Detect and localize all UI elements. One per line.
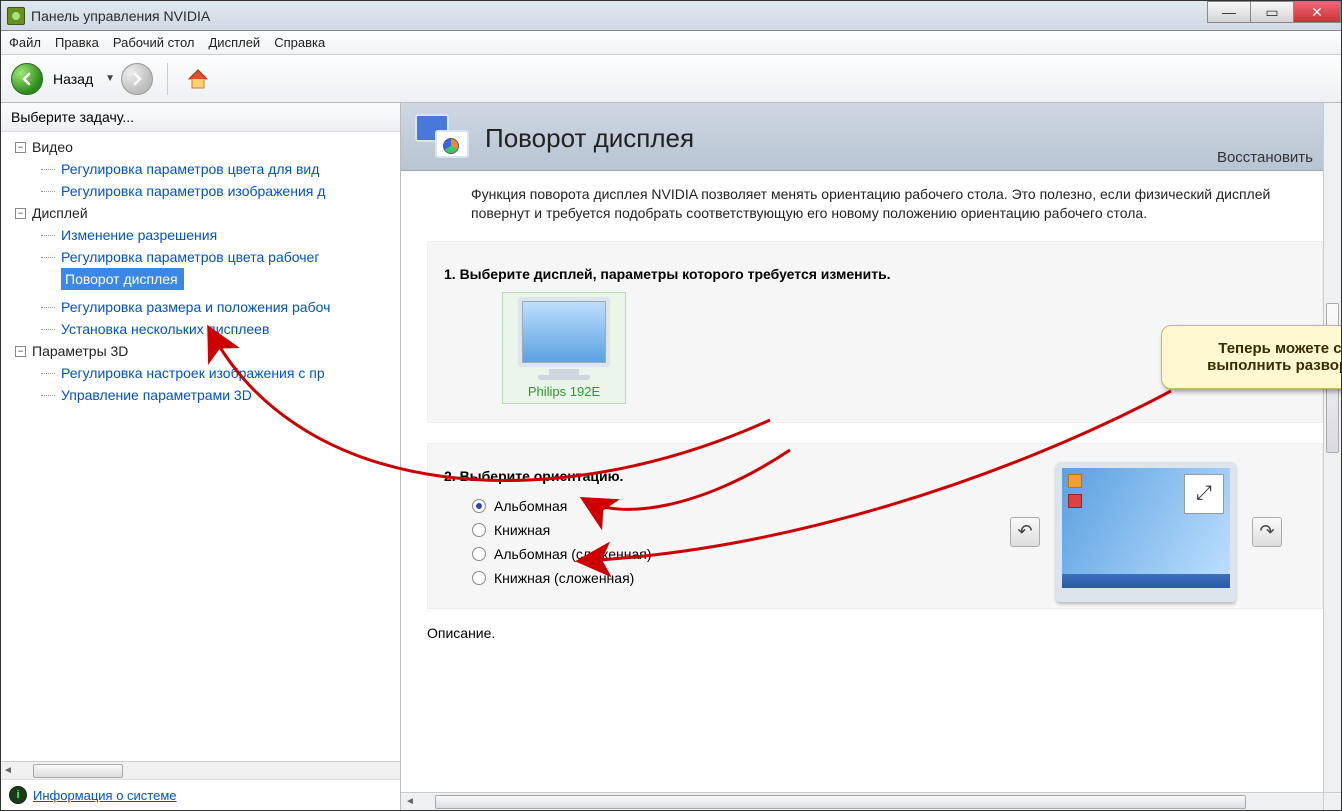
radio-label: Альбомная (сложенная)	[494, 546, 651, 562]
toolbar: Назад ▼	[1, 55, 1341, 103]
rotate-cw-button[interactable]: ↷	[1252, 517, 1282, 547]
section-orientation: 2. Выберите ориентацию. Альбомная Книжна…	[427, 443, 1323, 609]
task-tree-panel: Выберите задачу... − Видео Регулировка п…	[1, 103, 401, 810]
tree-item[interactable]: Установка нескольких дисплеев	[1, 318, 400, 340]
radio-icon	[472, 547, 486, 561]
back-dropdown-icon[interactable]: ▼	[105, 73, 115, 84]
tree-category-display[interactable]: − Дисплей	[1, 202, 400, 224]
task-tree-header: Выберите задачу...	[1, 103, 400, 132]
scrollbar-corner	[1323, 792, 1341, 810]
tree-category-video[interactable]: − Видео	[1, 136, 400, 158]
radio-label: Альбомная	[494, 498, 567, 514]
tree-item[interactable]: Изменение разрешения	[1, 224, 400, 246]
radio-icon	[472, 523, 486, 537]
radio-label: Книжная (сложенная)	[494, 570, 634, 586]
back-label: Назад	[53, 71, 93, 87]
scrollbar-thumb[interactable]	[33, 764, 123, 778]
tree-item-selected[interactable]: Поворот дисплея	[61, 268, 184, 290]
minimize-button[interactable]: —	[1207, 1, 1251, 23]
radio-icon	[472, 499, 486, 513]
collapse-icon[interactable]: −	[15, 142, 26, 153]
left-footer: i Информация о системе	[1, 779, 400, 810]
menu-desktop[interactable]: Рабочий стол	[113, 35, 195, 50]
tree-category-label: Видео	[32, 136, 73, 158]
rotate-ccw-button[interactable]: ↶	[1010, 517, 1040, 547]
radio-label: Книжная	[494, 522, 550, 538]
task-tree[interactable]: − Видео Регулировка параметров цвета для…	[1, 132, 400, 761]
page-description: Функция поворота дисплея NVIDIA позволяе…	[471, 185, 1331, 223]
main-window: Панель управления NVIDIA — ▭ ✕ Файл Прав…	[0, 0, 1342, 811]
content-hscrollbar[interactable]: ◄	[401, 792, 1323, 810]
collapse-icon[interactable]: −	[15, 346, 26, 357]
toolbar-separator	[167, 63, 168, 95]
orientation-arrows-icon: ⤢	[1184, 474, 1224, 514]
tree-item[interactable]: Регулировка размера и положения рабоч	[1, 296, 400, 318]
info-icon: i	[9, 786, 27, 804]
window-title: Панель управления NVIDIA	[31, 8, 210, 24]
content-vscrollbar[interactable]	[1323, 103, 1341, 792]
forward-button[interactable]	[121, 63, 153, 95]
orientation-preview: ↶ ⤢ ↷	[1010, 462, 1282, 602]
maximize-button[interactable]: ▭	[1250, 1, 1294, 23]
app-icon	[7, 7, 25, 25]
monitor-thumbnail[interactable]: Philips 192E	[502, 292, 626, 404]
tree-hscrollbar[interactable]: ◄	[1, 761, 400, 779]
tree-category-3d[interactable]: − Параметры 3D	[1, 340, 400, 362]
annotation-callout: Теперь можете с легкостью выполнить разв…	[1161, 325, 1341, 389]
menu-file[interactable]: Файл	[9, 35, 41, 50]
scrollbar-thumb[interactable]	[435, 795, 1246, 809]
page-title: Поворот дисплея	[485, 123, 694, 154]
preview-monitor-icon: ⤢	[1056, 462, 1236, 602]
menu-display[interactable]: Дисплей	[209, 35, 261, 50]
menu-help[interactable]: Справка	[274, 35, 325, 50]
description-section-label: Описание.	[427, 625, 1331, 641]
step1-title: 1. Выберите дисплей, параметры которого …	[444, 266, 1306, 282]
tree-item[interactable]: Регулировка настроек изображения с пр	[1, 362, 400, 384]
tree-category-label: Параметры 3D	[32, 340, 128, 362]
restore-link[interactable]: Восстановить	[1217, 149, 1313, 166]
system-info-link[interactable]: Информация о системе	[33, 788, 177, 803]
body-split: Выберите задачу... − Видео Регулировка п…	[1, 103, 1341, 810]
close-button[interactable]: ✕	[1293, 1, 1341, 23]
tree-item[interactable]: Управление параметрами 3D	[1, 384, 400, 406]
content-header: Поворот дисплея Восстановить	[401, 103, 1341, 171]
collapse-icon[interactable]: −	[15, 208, 26, 219]
home-button[interactable]	[182, 63, 214, 95]
menu-edit[interactable]: Правка	[55, 35, 99, 50]
tree-category-label: Дисплей	[32, 202, 88, 224]
content-panel: Поворот дисплея Восстановить Функция пов…	[401, 103, 1341, 810]
tree-item[interactable]: Регулировка параметров цвета для вид	[1, 158, 400, 180]
content-body: Функция поворота дисплея NVIDIA позволяе…	[401, 171, 1341, 810]
monitor-name: Philips 192E	[507, 384, 621, 399]
window-controls: — ▭ ✕	[1208, 1, 1341, 23]
rotate-display-icon	[415, 114, 471, 164]
tree-item[interactable]: Регулировка параметров цвета рабочег	[1, 246, 400, 268]
titlebar: Панель управления NVIDIA — ▭ ✕	[1, 1, 1341, 31]
tree-item[interactable]: Регулировка параметров изображения д	[1, 180, 400, 202]
menubar: Файл Правка Рабочий стол Дисплей Справка	[1, 31, 1341, 55]
back-button[interactable]	[11, 63, 43, 95]
radio-icon	[472, 571, 486, 585]
monitor-screen-icon	[518, 297, 610, 367]
